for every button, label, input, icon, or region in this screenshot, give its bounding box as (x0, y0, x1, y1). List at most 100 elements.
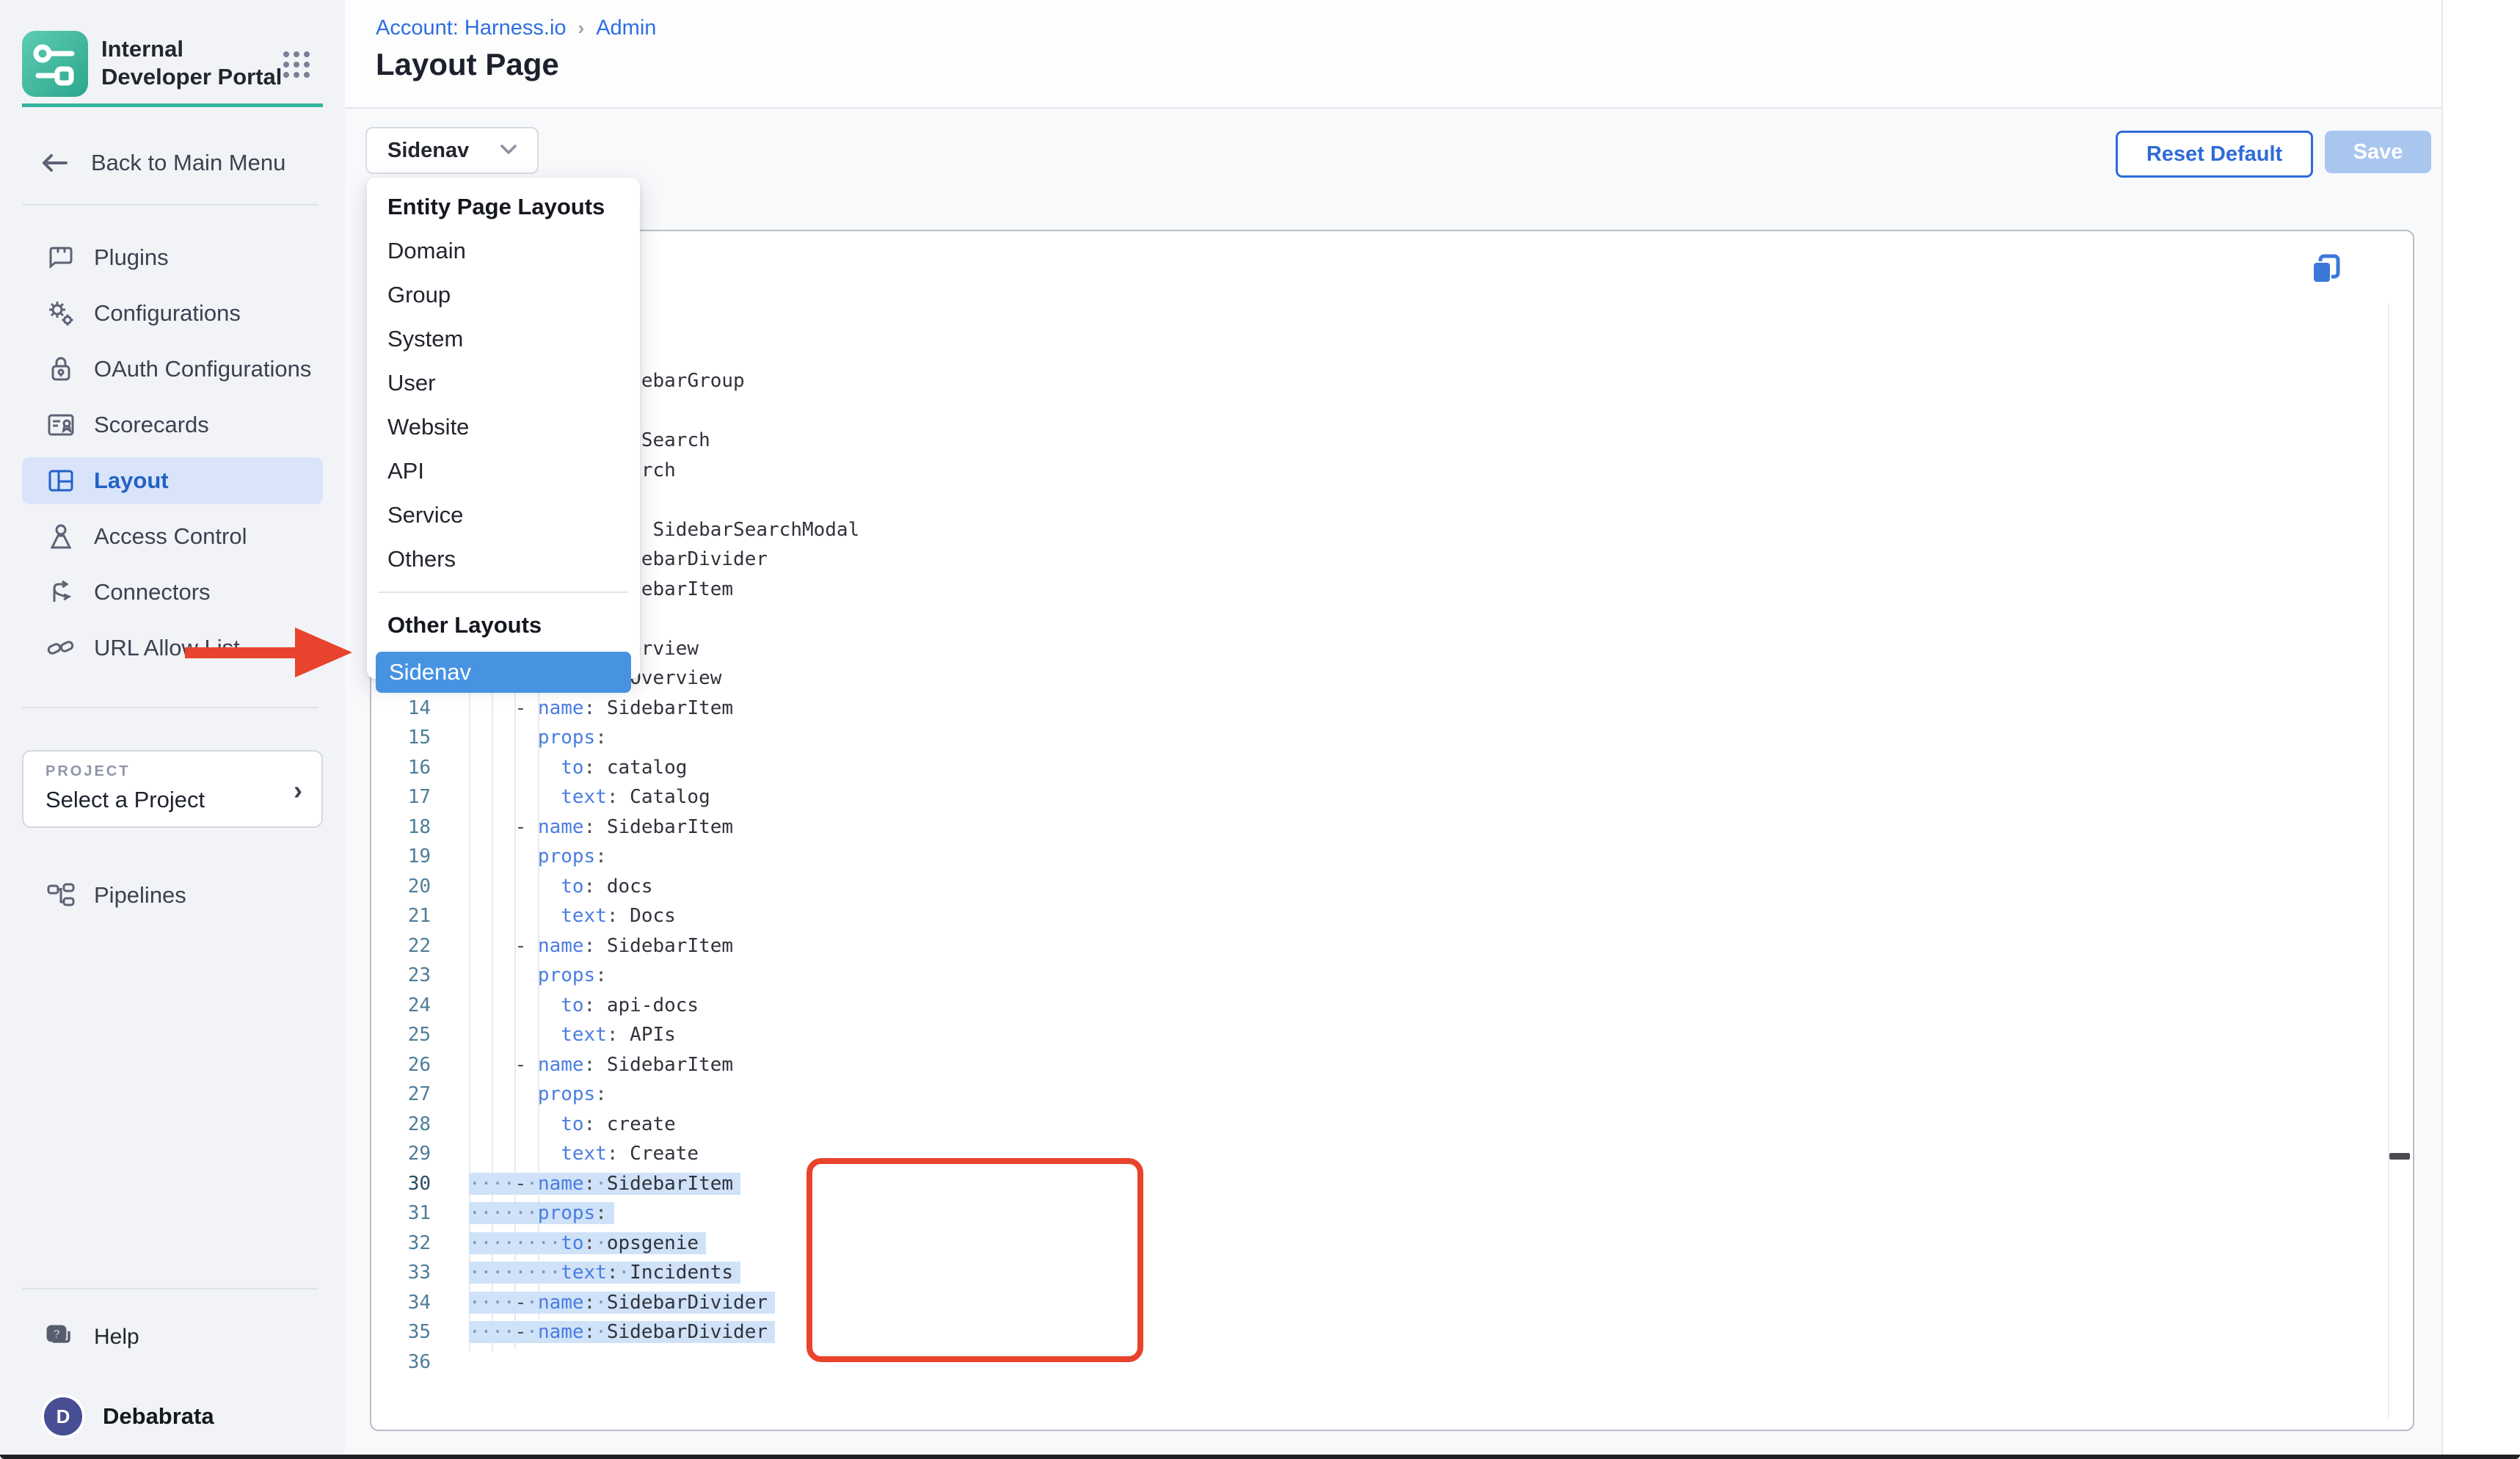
code-line[interactable]: 18 - name: SidebarItem (371, 812, 2382, 843)
code-line[interactable]: 15 props: (371, 723, 2382, 753)
dropdown-item-website[interactable]: Website (367, 405, 640, 449)
dropdown-item-domain[interactable]: Domain (367, 229, 640, 273)
layout-type-select[interactable]: Sidenav (365, 127, 539, 174)
sidebar-item-connectors[interactable]: Connectors (22, 569, 323, 616)
code-line[interactable]: 26 - name: SidebarItem (371, 1050, 2382, 1080)
help-icon: ? (44, 1322, 73, 1352)
back-to-main-menu[interactable]: Back to Main Menu (22, 142, 323, 183)
line-number: 17 (371, 786, 431, 808)
code-line[interactable]: 2 children: (371, 337, 2382, 367)
code-line[interactable]: 22 - name: SidebarItem (371, 931, 2382, 961)
code-line[interactable]: 3 - name: SidebarGroup (371, 366, 2382, 396)
code-line[interactable]: 16 to: catalog (371, 753, 2382, 783)
editor-scrollbar-thumb[interactable] (2389, 1153, 2410, 1160)
dropdown-item-sidenav-selected[interactable]: Sidenav (376, 652, 631, 693)
configurations-icon (47, 299, 75, 327)
back-to-main-menu-label: Back to Main Menu (91, 150, 285, 176)
code-line[interactable]: 33········text:·Incidents (371, 1258, 2382, 1288)
chevron-right-icon: › (294, 775, 302, 806)
code-line[interactable]: 9 - name: SidebarDivider (371, 545, 2382, 575)
line-number: 24 (371, 994, 431, 1016)
line-number: 21 (371, 905, 431, 927)
sidebar-item-scorecards[interactable]: Scorecards (22, 401, 323, 448)
sidebar-item-help[interactable]: ? Help (22, 1314, 323, 1361)
code-line[interactable]: 17 text: Catalog (371, 782, 2382, 812)
code-line[interactable]: 6 to: search (371, 456, 2382, 486)
code-line[interactable]: 23 props: (371, 961, 2382, 991)
line-number: 35 (371, 1321, 431, 1343)
sidebar-item-pipelines[interactable]: Pipelines (22, 872, 323, 919)
sidebar-item-oauth-configurations[interactable]: OAuth Configurations (22, 346, 323, 393)
dropdown-item-service[interactable]: Service (367, 493, 640, 537)
code-line[interactable]: 4 props: (371, 396, 2382, 426)
line-number: 29 (371, 1143, 431, 1165)
code-line[interactable]: 31······props: (371, 1198, 2382, 1229)
dropdown-section-entity-page-layouts: Entity Page Layouts (367, 185, 640, 229)
line-number: 36 (371, 1351, 431, 1373)
sidebar-divider-top (22, 204, 318, 205)
dropdown-item-api[interactable]: API (367, 449, 640, 493)
code-line[interactable]: 12 to: overview (371, 634, 2382, 664)
breadcrumb: Account: Harness.io › Admin (376, 16, 656, 40)
sidebar-accent-divider (22, 103, 323, 107)
dropdown-section-other-layouts: Other Layouts (367, 603, 640, 647)
layout-type-select-value: Sidenav (387, 139, 469, 163)
code-line[interactable]: 20 to: docs (371, 872, 2382, 902)
code-line[interactable]: 11 props: (371, 604, 2382, 634)
editor-scrollbar-track[interactable] (2388, 303, 2389, 1419)
code-line[interactable]: 10 - name: SidebarItem (371, 575, 2382, 605)
code-line[interactable]: 28 to: create (371, 1110, 2382, 1140)
code-line[interactable]: 34····-·name:·SidebarDivider (371, 1288, 2382, 1318)
code-line[interactable]: 36 (371, 1347, 2382, 1378)
line-number: 14 (371, 697, 431, 719)
sidebar-item-label: OAuth Configurations (94, 356, 311, 382)
sidebar-item-label: Plugins (94, 244, 169, 271)
code-line[interactable]: 35····-·name:·SidebarDivider (371, 1317, 2382, 1347)
code-editor[interactable]: 1page:2 children:3 - name: SidebarGroup4… (371, 307, 2382, 1377)
code-line[interactable]: 24 to: api-docs (371, 991, 2382, 1021)
sidebar-item-layout[interactable]: Layout (22, 457, 323, 504)
dropdown-divider (379, 592, 628, 593)
sidebar-item-url-allow-list[interactable]: URL Allow List (22, 625, 323, 672)
help-label: Help (94, 1325, 139, 1350)
project-selector[interactable]: PROJECT Select a Project › (22, 750, 323, 828)
code-line[interactable]: 25 text: APIs (371, 1020, 2382, 1050)
code-line[interactable]: 8 - name: SidebarSearchModal (371, 515, 2382, 545)
dropdown-item-user[interactable]: User (367, 361, 640, 405)
dropdown-item-others[interactable]: Others (367, 537, 640, 581)
line-number: 26 (371, 1054, 431, 1076)
code-line[interactable]: 7 children: (371, 485, 2382, 515)
line-number: 18 (371, 816, 431, 838)
copy-icon[interactable] (2310, 253, 2342, 285)
code-line[interactable]: 27 props: (371, 1080, 2382, 1110)
reset-default-button[interactable]: Reset Default (2116, 131, 2313, 178)
pipelines-label: Pipelines (94, 882, 186, 909)
code-line[interactable]: 32········to:·opsgenie (371, 1229, 2382, 1259)
dropdown-item-system[interactable]: System (367, 317, 640, 361)
user-menu[interactable]: D Debabrata (22, 1394, 323, 1438)
right-rail: AIDA (2441, 0, 2520, 1459)
user-name: Debabrata (103, 1403, 214, 1430)
back-arrow-icon (40, 152, 69, 174)
code-line[interactable]: 13 text: Overview (371, 663, 2382, 694)
connectors-icon (47, 578, 75, 606)
breadcrumb-account-link[interactable]: Account: Harness.io (376, 16, 567, 40)
line-number: 22 (371, 935, 431, 957)
line-number: 16 (371, 757, 431, 779)
code-line[interactable]: 5 label: Search (371, 426, 2382, 456)
code-line[interactable]: 30····-·name:·SidebarItem (371, 1169, 2382, 1199)
sidebar-item-plugins[interactable]: Plugins (22, 234, 323, 281)
sidebar-item-configurations[interactable]: Configurations (22, 290, 323, 337)
line-number: 25 (371, 1024, 431, 1046)
line-number: 20 (371, 876, 431, 898)
breadcrumb-admin-link[interactable]: Admin (596, 16, 656, 40)
code-line[interactable]: 21 text: Docs (371, 901, 2382, 931)
code-line[interactable]: 14 - name: SidebarItem (371, 694, 2382, 724)
app-switcher-grid-icon[interactable] (280, 48, 313, 81)
save-button[interactable]: Save (2325, 131, 2431, 173)
code-line[interactable]: 1page: (371, 307, 2382, 337)
sidebar-item-access-control[interactable]: Access Control (22, 513, 323, 560)
code-line[interactable]: 19 props: (371, 842, 2382, 872)
dropdown-item-group[interactable]: Group (367, 273, 640, 317)
code-line[interactable]: 29 text: Create (371, 1139, 2382, 1169)
